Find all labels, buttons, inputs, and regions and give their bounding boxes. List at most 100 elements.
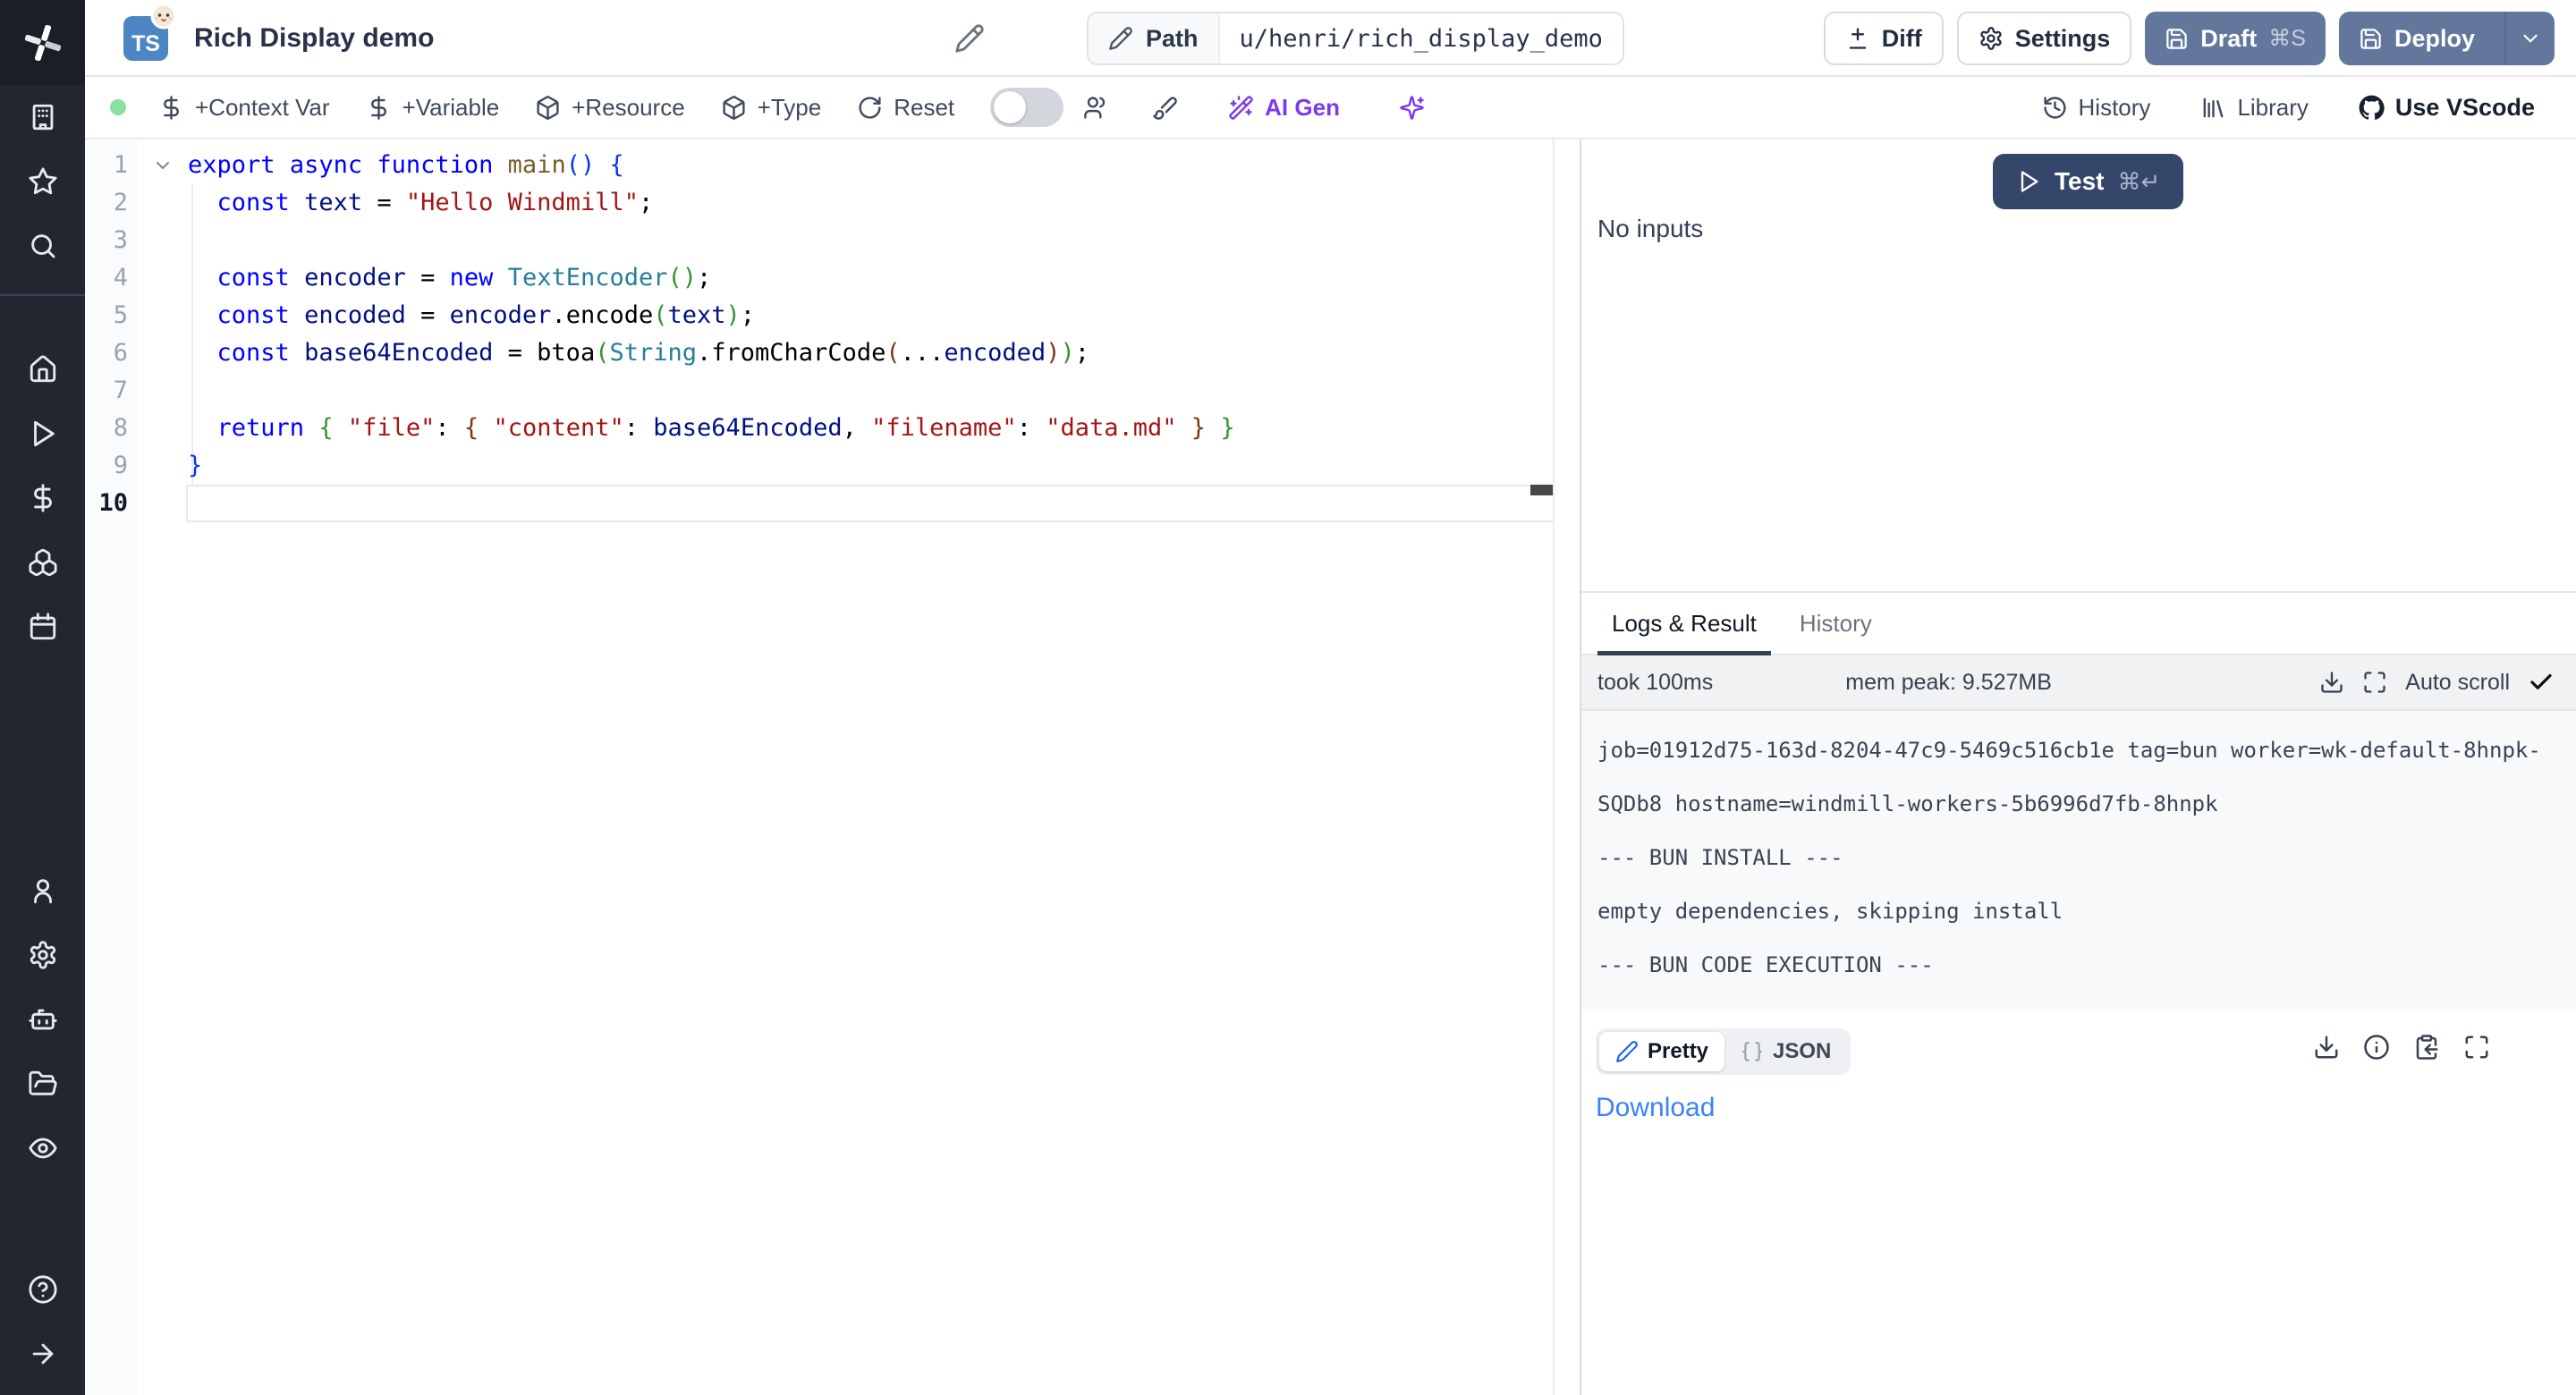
help-circle-icon <box>28 1274 58 1305</box>
mem-peak: mem peak: 9.527MB <box>1845 670 2052 696</box>
autoscroll-label[interactable]: Auto scroll <box>2405 670 2510 696</box>
code-line-8[interactable]: 8 return { "file": { "content": base64En… <box>85 410 1555 447</box>
expand-result-icon[interactable] <box>2463 1034 2490 1061</box>
diff-button[interactable]: Diff <box>1824 12 1944 65</box>
test-shortcut: ⌘↵ <box>2118 168 2161 196</box>
edit-title-pencil-icon[interactable] <box>954 23 985 54</box>
autoscroll-checkbox[interactable] <box>2528 669 2555 696</box>
line-number: 6 <box>85 334 137 372</box>
script-path-control[interactable]: Path u/henri/rich_display_demo <box>1087 12 1624 65</box>
sidebar-item-robot[interactable] <box>0 987 85 1052</box>
tab-history[interactable]: History <box>1785 593 1886 654</box>
sidebar-item-settings[interactable] <box>0 923 85 987</box>
code-line-5[interactable]: 5 const encoded = encoder.encode(text); <box>85 297 1555 334</box>
tab-logs-result[interactable]: Logs & Result <box>1597 593 1771 654</box>
fold-chevron-icon <box>137 222 188 259</box>
deploy-button[interactable]: Deploy <box>2339 12 2555 65</box>
download-logs-icon[interactable] <box>2319 670 2344 695</box>
code-text <box>186 485 1555 522</box>
user-icon <box>28 875 58 906</box>
expand-logs-icon[interactable] <box>2362 670 2387 695</box>
library-button[interactable]: Library <box>2200 94 2308 122</box>
sidebar-item-arrow-right[interactable] <box>0 1322 85 1386</box>
toggle-knob <box>994 91 1026 123</box>
activity-sidebar <box>0 0 85 1395</box>
draft-shortcut: ⌘S <box>2268 25 2306 52</box>
top-header: TS Rich Display demo Path u/henri/rich_d… <box>85 0 2576 77</box>
log-text: job=01912d75-163d-8204-47c9-5469c516cb1e… <box>1597 723 2567 992</box>
add-variable-button[interactable]: +Variable <box>366 94 500 122</box>
code-lines[interactable]: 1export async function main() {2 const t… <box>85 147 1555 522</box>
sidebar-item-home[interactable] <box>0 337 85 402</box>
sidebar-item-folder-open[interactable] <box>0 1052 85 1116</box>
copy-result-icon[interactable] <box>2413 1034 2440 1061</box>
sidebar-item-star[interactable] <box>0 149 85 214</box>
code-line-3[interactable]: 3 <box>85 222 1555 259</box>
code-line-2[interactable]: 2 const text = "Hello Windmill"; <box>85 184 1555 222</box>
line-number: 3 <box>85 222 137 259</box>
sidebar-item-boxes[interactable] <box>0 530 85 595</box>
add-resource-button[interactable]: +Resource <box>535 94 684 122</box>
gear-icon <box>1979 26 2004 51</box>
pretty-view-button[interactable]: Pretty <box>1599 1032 1724 1071</box>
code-line-4[interactable]: 4 const encoder = new TextEncoder(); <box>85 259 1555 297</box>
sidebar-item-search[interactable] <box>0 214 85 278</box>
sidebar-item-eye[interactable] <box>0 1116 85 1180</box>
overview-cursor-mark <box>1530 485 1553 495</box>
history-button[interactable]: History <box>2042 94 2151 122</box>
windmill-logo[interactable] <box>0 0 85 85</box>
sidebar-item-user[interactable] <box>0 858 85 923</box>
download-result-link[interactable]: Download <box>1596 1093 1715 1123</box>
code-line-10[interactable]: 10 <box>85 485 1555 522</box>
diff-mode-toggle[interactable] <box>990 88 1063 127</box>
reset-button[interactable]: Reset <box>857 94 954 122</box>
line-number: 8 <box>85 410 137 447</box>
info-icon[interactable] <box>2363 1034 2390 1061</box>
paintbrush-icon <box>1152 95 1178 121</box>
no-inputs-text: No inputs <box>1597 215 1703 243</box>
code-line-1[interactable]: 1export async function main() { <box>85 147 1555 184</box>
eye-icon <box>28 1133 58 1163</box>
fold-chevron-icon[interactable] <box>137 147 188 184</box>
sidebar-item-dollar[interactable] <box>0 466 85 530</box>
dollar-icon <box>28 483 58 513</box>
code-line-6[interactable]: 6 const base64Encoded = btoa(String.from… <box>85 334 1555 372</box>
fold-chevron-icon <box>137 259 188 297</box>
library-icon <box>2200 95 2226 121</box>
fold-chevron-icon <box>137 447 188 485</box>
add-context-var-button[interactable]: +Context Var <box>158 94 330 122</box>
calendar-icon <box>28 612 58 642</box>
history-icon <box>2042 95 2068 121</box>
dollar-icon <box>158 95 184 121</box>
sidebar-item-calendar[interactable] <box>0 595 85 659</box>
format-code-button[interactable] <box>1152 95 1178 121</box>
settings-icon <box>28 940 58 970</box>
editor-scrollbar[interactable] <box>1553 140 1555 1395</box>
deploy-dropdown-caret[interactable] <box>2504 12 2555 65</box>
arrow-right-icon <box>28 1339 58 1369</box>
json-view-button[interactable]: JSON <box>1724 1032 1847 1071</box>
settings-button[interactable]: Settings <box>1957 12 2132 65</box>
test-button[interactable]: Test ⌘↵ <box>1993 154 2183 209</box>
deploy-main[interactable]: Deploy <box>2339 25 2493 53</box>
sidebar-item-play[interactable] <box>0 402 85 466</box>
ai-sparkles-button[interactable] <box>1399 95 1425 121</box>
use-vscode-button[interactable]: Use VScode <box>2359 94 2535 122</box>
code-text: const encoded = encoder.encode(text); <box>188 297 1555 334</box>
inputs-section: Test ⌘↵ No inputs <box>1581 140 2576 593</box>
sidebar-item-help-circle[interactable] <box>0 1257 85 1322</box>
add-type-button[interactable]: +Type <box>721 94 822 122</box>
play-icon <box>28 418 58 449</box>
draft-button[interactable]: Draft ⌘S <box>2145 12 2326 65</box>
ai-gen-button[interactable]: AI Gen <box>1228 94 1340 122</box>
run-status-bar: took 100ms mem peak: 9.527MB Auto scroll <box>1581 655 2576 711</box>
sidebar-item-building[interactable] <box>0 85 85 149</box>
code-editor[interactable]: 1export async function main() {2 const t… <box>85 140 1580 1395</box>
code-line-9[interactable]: 9} <box>85 447 1555 485</box>
result-view-switch: Pretty JSON <box>1596 1028 1851 1075</box>
multiplayer-button[interactable] <box>1083 95 1109 121</box>
log-output: job=01912d75-163d-8204-47c9-5469c516cb1e… <box>1581 711 2576 1010</box>
check-icon <box>2528 669 2555 696</box>
download-result-icon[interactable] <box>2313 1034 2340 1061</box>
code-line-7[interactable]: 7 <box>85 372 1555 410</box>
